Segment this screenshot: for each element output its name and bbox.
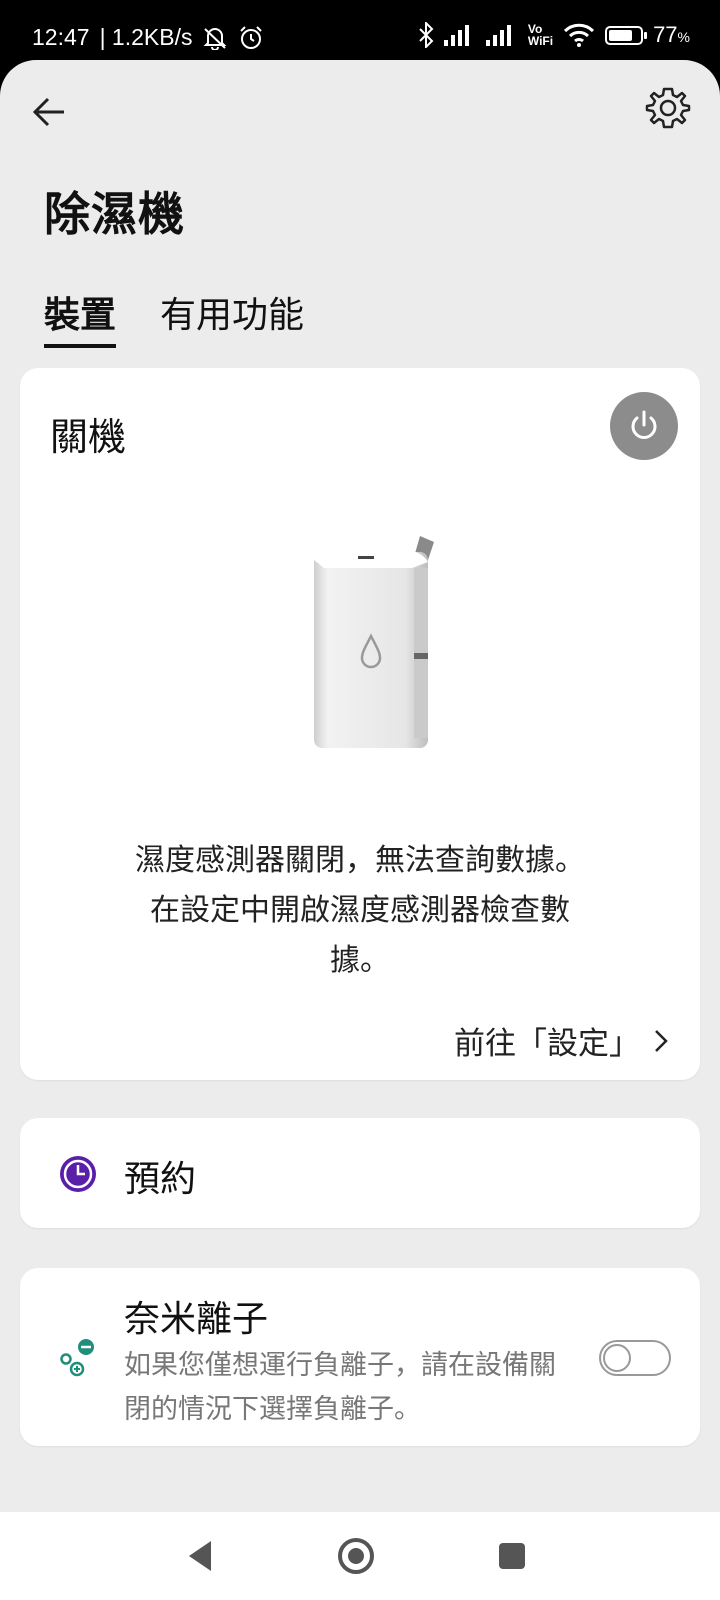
power-button[interactable] <box>610 392 678 460</box>
toggle-knob <box>603 1344 631 1372</box>
tab-bar: 裝置 有用功能 <box>44 286 304 348</box>
nav-home-button[interactable] <box>334 1534 378 1578</box>
page-title: 除濕機 <box>44 187 185 241</box>
back-button[interactable] <box>30 92 70 132</box>
settings-button[interactable] <box>644 84 692 132</box>
bluetooth-icon <box>418 22 434 48</box>
nav-home-icon <box>338 1538 374 1574</box>
network-speed: | 1.2KB/s <box>99 24 193 50</box>
nano-ion-description: 如果您僅想運行負離子，請在設備關閉的情況下選擇負離子。 <box>124 1350 556 1425</box>
battery-percent: 77% <box>653 22 690 47</box>
nano-ion-card: 奈米離子 如果您僅想運行負離子，請在設備關閉的情況下選擇負離子。 <box>20 1268 700 1446</box>
battery-level <box>609 29 633 41</box>
schedule-card[interactable]: 預約 <box>20 1118 700 1228</box>
nav-back-icon <box>189 1541 211 1571</box>
nano-ion-toggle[interactable] <box>599 1340 671 1376</box>
back-arrow-icon <box>32 97 64 127</box>
notifications-off-icon <box>202 26 228 50</box>
signal-icon <box>485 24 518 46</box>
status-bar-right: Vo WiFi 77% <box>418 22 690 48</box>
device-status-card: 關機 濕度感測器關閉，無法查詢數據。 在設定中開啟濕度感測器檢查數 據。 前往「… <box>20 368 700 1080</box>
tab-device[interactable]: 裝置 <box>44 286 117 348</box>
power-icon <box>631 410 657 439</box>
app-screen: 除濕機 裝置 有用功能 關機 濕度感測器關閉，無法查詢數據。 在設定中開啟濕度感… <box>0 60 720 1512</box>
clock-icon <box>58 1154 98 1194</box>
gear-icon <box>645 87 691 129</box>
dehumidifier-image <box>290 528 450 758</box>
nav-back-button[interactable] <box>178 1534 222 1578</box>
system-nav-bar <box>0 1512 720 1600</box>
nav-recents-icon <box>499 1543 525 1569</box>
nano-ion-title: 奈米離子 <box>124 1299 269 1340</box>
status-bar: 12:47 | 1.2KB/s Vo WiFi 77% <box>0 0 720 62</box>
nav-recents-button[interactable] <box>490 1534 534 1578</box>
wifi-icon <box>563 23 595 47</box>
schedule-label: 預約 <box>124 1159 197 1200</box>
ion-icon <box>60 1338 96 1378</box>
alarm-icon <box>238 25 264 51</box>
sensor-off-message: 濕度感測器關閉，無法查詢數據。 在設定中開啟濕度感測器檢查數 據。 <box>135 843 585 978</box>
status-bar-left: 12:47 | 1.2KB/s <box>32 24 264 51</box>
power-status-label: 關機 <box>50 415 127 459</box>
tab-useful-functions[interactable]: 有用功能 <box>160 286 304 348</box>
vowifi-icon: Vo WiFi <box>527 22 554 48</box>
signal-icon <box>443 24 476 46</box>
chevron-right-icon <box>655 1029 668 1052</box>
clock: 12:47 <box>32 24 90 50</box>
battery-icon <box>605 25 648 45</box>
go-to-settings-link[interactable]: 前往「設定」 <box>454 1018 668 1063</box>
